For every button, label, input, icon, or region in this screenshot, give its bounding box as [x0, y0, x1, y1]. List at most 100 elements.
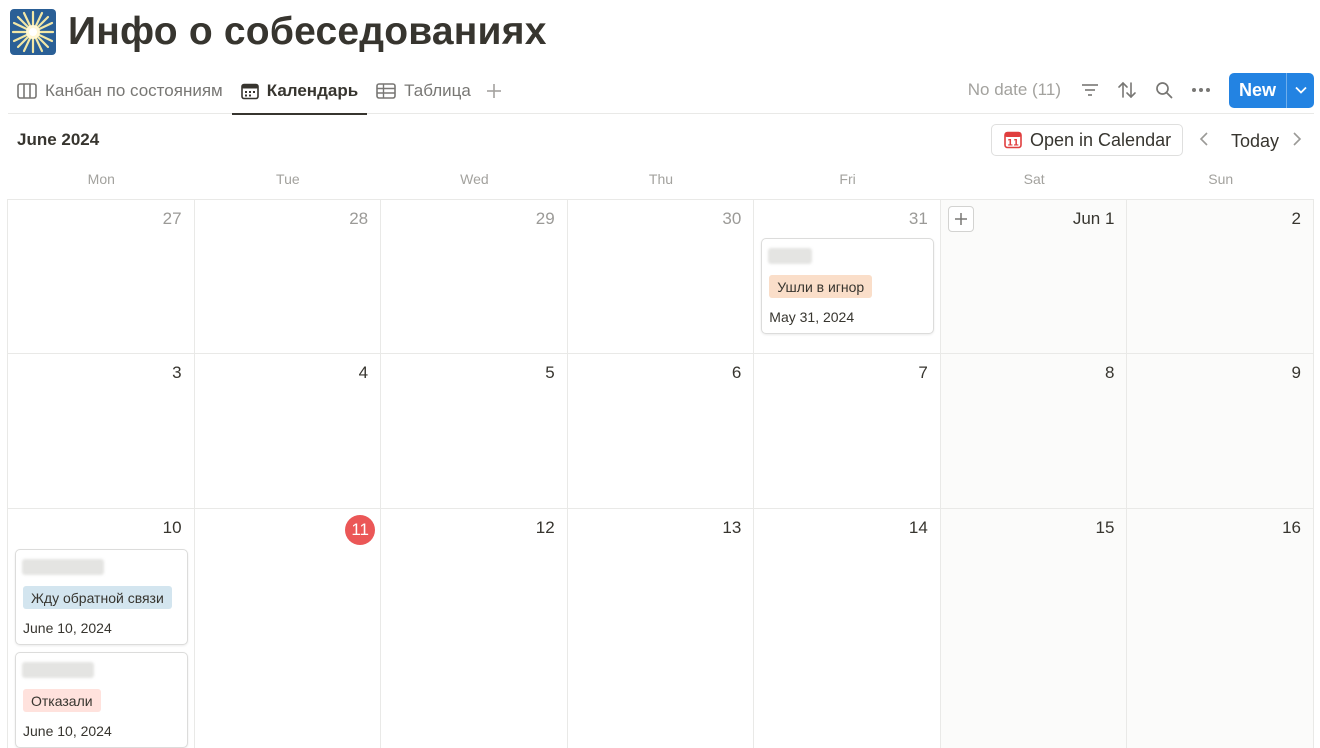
- plus-icon: [954, 213, 967, 225]
- sunburst-icon[interactable]: [10, 9, 56, 55]
- day-cell[interactable]: 13: [568, 509, 755, 748]
- weekday-label: Mon: [87, 171, 115, 187]
- day-number: 16: [1282, 518, 1301, 537]
- day-number: 13: [722, 518, 742, 537]
- day-number: Jun 1: [1072, 209, 1115, 228]
- day-number: 4: [358, 363, 369, 382]
- day-number: 10: [162, 518, 182, 537]
- new-button[interactable]: New: [1228, 72, 1314, 108]
- event-card[interactable]: Жду обратной связи June 10, 2024: [15, 549, 188, 645]
- filter-icon[interactable]: [1075, 75, 1105, 105]
- tab-label: Календарь: [266, 81, 359, 100]
- day-cell[interactable]: 2: [1127, 200, 1314, 354]
- weekday-label: Tue: [276, 171, 300, 187]
- sort-icon[interactable]: [1112, 75, 1142, 105]
- chevron-left-icon: [1199, 132, 1208, 146]
- day-number: 7: [918, 363, 928, 382]
- day-cell[interactable]: 30: [567, 200, 755, 354]
- weekday-label: Sat: [1023, 171, 1045, 187]
- today-button[interactable]: Today: [1231, 131, 1279, 152]
- day-number: 14: [908, 518, 928, 537]
- status-tag: Жду обратной связи: [23, 586, 172, 609]
- add-view-button[interactable]: [480, 68, 508, 114]
- view-tools: No date (11) New: [968, 72, 1314, 108]
- weekday-header: Mon Tue Wed Thu Fri Sat Sun: [8, 171, 1314, 191]
- day-cell[interactable]: 14: [754, 509, 941, 748]
- day-cell[interactable]: 9: [1127, 354, 1314, 509]
- view-tabs: Канбан по состояниям Календарь Таблица: [8, 68, 508, 115]
- open-in-calendar-label: Open in Calendar: [1030, 129, 1172, 150]
- plus-icon: [486, 84, 501, 98]
- weekday-label: Wed: [460, 171, 489, 187]
- day-number: 12: [535, 518, 555, 537]
- day-cell[interactable]: 4: [194, 354, 382, 509]
- weekday-label: Thu: [648, 171, 674, 187]
- day-cell[interactable]: 31 Ушли в игнор May 31, 2024: [754, 200, 941, 354]
- view-bar: Канбан по состояниям Календарь Таблица N…: [8, 68, 1314, 115]
- day-number: 30: [722, 209, 742, 228]
- today-badge: 11: [345, 515, 376, 545]
- day-cell[interactable]: 29: [381, 200, 568, 354]
- weekday-label: Sun: [1208, 171, 1234, 187]
- next-month-button[interactable]: [1292, 131, 1302, 152]
- day-cell[interactable]: 8: [940, 354, 1128, 509]
- event-date: June 10, 2024: [23, 723, 112, 739]
- day-number: 31: [908, 209, 928, 228]
- day-number: 15: [1095, 518, 1115, 537]
- day-cell[interactable]: 28: [194, 200, 382, 354]
- search-icon[interactable]: [1149, 75, 1179, 105]
- day-cell[interactable]: 3: [8, 354, 195, 509]
- day-cell[interactable]: 11: [195, 509, 382, 748]
- day-cell[interactable]: 7: [754, 354, 941, 509]
- calendar-grid: 27 28 29 30 31 Ушли в игнор May 31, 2024…: [7, 199, 1314, 748]
- tab-calendar[interactable]: Календарь: [231, 68, 368, 115]
- day-number: 9: [1291, 363, 1301, 382]
- no-date-button[interactable]: No date (11): [968, 80, 1061, 100]
- day-number: 5: [545, 363, 555, 382]
- new-button-label[interactable]: New: [1229, 73, 1286, 108]
- day-cell[interactable]: 10 Жду обратной связи June 10, 2024 Отка…: [8, 509, 195, 748]
- event-card[interactable]: Отказали June 10, 2024: [15, 652, 188, 748]
- day-cell[interactable]: 12: [381, 509, 568, 748]
- event-name-redacted: [768, 248, 813, 264]
- tab-table[interactable]: Таблица: [367, 68, 480, 114]
- tab-kanban[interactable]: Канбан по состояниям: [8, 68, 232, 114]
- status-tag: Отказали: [23, 689, 101, 712]
- tab-label: Канбан по состояниям: [45, 81, 223, 100]
- day-cell[interactable]: 27: [8, 200, 195, 354]
- day-cell[interactable]: 6: [567, 354, 755, 509]
- day-cell[interactable]: 15: [940, 509, 1128, 748]
- more-icon[interactable]: [1186, 75, 1216, 105]
- open-in-calendar-button[interactable]: 11 Open in Calendar: [991, 124, 1183, 156]
- day-number: 6: [731, 363, 742, 382]
- event-card[interactable]: Ушли в игнор May 31, 2024: [761, 238, 934, 334]
- day-cell[interactable]: 5: [381, 354, 568, 509]
- event-name-redacted: [22, 559, 104, 575]
- day-number: 29: [535, 209, 555, 228]
- add-event-button[interactable]: [947, 206, 974, 232]
- weekday-label: Fri: [839, 171, 856, 187]
- event-date: May 31, 2024: [769, 309, 855, 325]
- page-header: Инфо о собеседованиях: [10, 6, 547, 58]
- chevron-right-icon: [1293, 132, 1302, 146]
- day-number: 8: [1104, 363, 1115, 382]
- day-number: 2: [1291, 209, 1301, 228]
- table-icon: [376, 83, 396, 99]
- day-number: 28: [349, 209, 369, 228]
- day-number: 3: [172, 363, 182, 382]
- page-title: Инфо о собеседованиях: [68, 10, 547, 53]
- event-name-redacted: [22, 662, 94, 678]
- calendar-app-icon: 11: [1004, 131, 1022, 148]
- prev-month-button[interactable]: [1199, 131, 1209, 152]
- month-label: June 2024: [17, 130, 100, 149]
- tab-label: Таблица: [404, 81, 471, 100]
- day-number: 27: [162, 209, 182, 228]
- day-cell[interactable]: 16: [1127, 509, 1314, 748]
- status-tag: Ушли в игнор: [769, 275, 873, 298]
- columns-icon: [17, 83, 37, 99]
- event-date: June 10, 2024: [23, 620, 112, 636]
- calendar-icon: [240, 83, 259, 99]
- svg-text:11: 11: [1007, 138, 1019, 148]
- chevron-down-icon[interactable]: [1286, 72, 1314, 108]
- day-cell[interactable]: Jun 1: [940, 200, 1128, 354]
